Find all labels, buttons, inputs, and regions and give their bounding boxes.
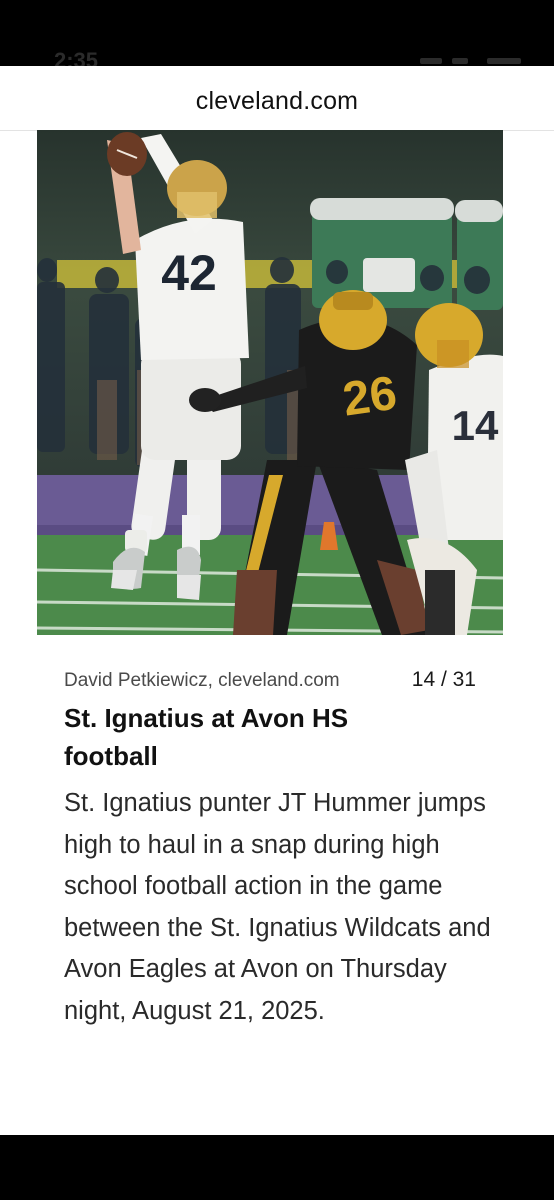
gallery-photo[interactable]: 42 26 14 xyxy=(37,130,503,635)
jersey-number-42: 42 xyxy=(161,245,217,301)
gallery-title: St. Ignatius at Avon HS football xyxy=(64,703,349,771)
status-bar: 2:35 xyxy=(0,0,554,66)
football-photo-illustration: 42 26 14 xyxy=(37,130,503,635)
address-bar[interactable]: cleveland.com xyxy=(0,66,554,131)
bottom-bar xyxy=(0,1135,554,1200)
photo-meta: David Petkiewicz, cleveland.com 14 / 31 xyxy=(64,668,484,692)
jersey-number-14: 14 xyxy=(452,402,499,449)
wifi-icon xyxy=(452,58,468,64)
photo-caption: St. Ignatius punter JT Hummer jumps high… xyxy=(64,789,491,1025)
photo-counter: 14 / 31 xyxy=(411,668,476,691)
photo-credit: David Petkiewicz, cleveland.com xyxy=(64,670,340,691)
status-time: 2:35 xyxy=(54,48,99,66)
battery-icon xyxy=(487,58,521,64)
site-domain: cleveland.com xyxy=(195,86,359,115)
jersey-number-26: 26 xyxy=(340,367,400,427)
signal-icon xyxy=(420,58,442,64)
